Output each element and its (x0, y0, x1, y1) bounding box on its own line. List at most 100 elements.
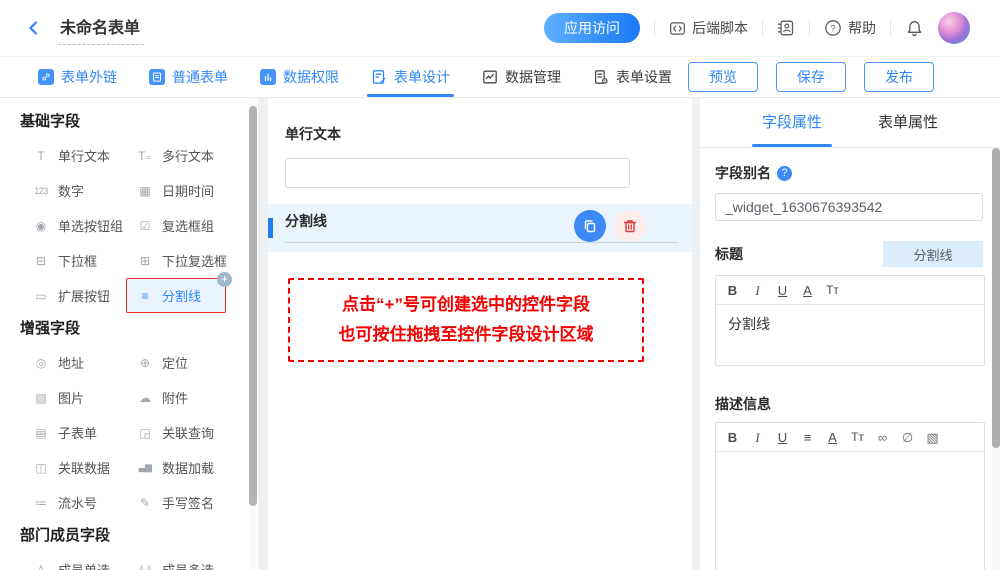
tab-data-permission[interactable]: 数据权限 (244, 57, 355, 97)
sidebar-item-attachment[interactable]: ☁ 附件 (126, 380, 197, 415)
sidebar-item-member-multi[interactable]: ♙♙ 成员多选 (126, 552, 223, 570)
data-permission-icon (260, 69, 276, 85)
form-title[interactable]: 未命名表单 (58, 12, 144, 45)
sidebar-item-label: 成员多选 (162, 560, 214, 570)
sidebar-item-data-load[interactable]: ▃▆数据加载 (126, 450, 223, 485)
form-settings-icon (593, 69, 609, 85)
properties-scrollbar[interactable] (992, 148, 1000, 570)
back-button[interactable] (14, 8, 54, 48)
contacts-button[interactable] (777, 19, 795, 37)
backend-script-button[interactable]: 后端脚本 (669, 18, 748, 38)
sidebar-item-linked-data[interactable]: ◫关联数据 (22, 450, 119, 485)
preview-button[interactable]: 预览 (688, 62, 758, 92)
app-access-button[interactable]: 应用访问 (544, 13, 640, 43)
divider-widget-selected[interactable]: 分割线 (268, 204, 692, 252)
tab-form-external-link[interactable]: 表单外链 (22, 57, 133, 97)
bold-icon[interactable]: B (720, 277, 745, 304)
sidebar-item-label: 复选框组 (162, 216, 214, 235)
sidebar-item-address[interactable]: ◎ 地址 (22, 345, 93, 380)
sidebar-item-location[interactable]: ⊕定位 (126, 345, 197, 380)
copy-widget-button[interactable] (574, 210, 606, 242)
sidebar-item-number[interactable]: 123数字 (22, 173, 93, 208)
topbar: 未命名表单 应用访问 后端脚本 ? 帮助 (0, 0, 1000, 57)
description-editor-content[interactable] (716, 452, 984, 570)
tab-form-properties[interactable]: 表单属性 (878, 98, 938, 147)
attachment-icon: ☁ (135, 391, 155, 405)
sidebar-item-signature[interactable]: ✎手写签名 (126, 485, 223, 520)
sidebar-item-datetime[interactable]: ▦日期时间 (126, 173, 223, 208)
tab-label: 表单设置 (616, 67, 672, 87)
tab-field-properties[interactable]: 字段属性 (762, 98, 822, 147)
help-button[interactable]: ? 帮助 (824, 18, 876, 38)
sidebar-item-label: 流水号 (58, 493, 97, 512)
code-icon (669, 20, 686, 37)
linked-data-icon: ◫ (31, 461, 51, 475)
align-icon[interactable]: ≡ (795, 424, 820, 451)
font-size-icon[interactable]: Tт (845, 424, 870, 451)
tab-data-management[interactable]: 数据管理 (466, 57, 577, 97)
sidebar-item-subform[interactable]: ▤子表单 (22, 415, 106, 450)
add-field-button[interactable]: + (217, 272, 232, 287)
sidebar-item-image[interactable]: ▧图片 (22, 380, 93, 415)
bold-icon[interactable]: B (720, 424, 745, 451)
trash-icon (622, 218, 638, 234)
member-single-icon: ♙ (31, 563, 51, 570)
title-editor-content[interactable]: 分割线 (716, 305, 984, 365)
notifications-button[interactable] (905, 19, 924, 38)
copy-icon (582, 218, 598, 234)
sidebar-item-single-line-text[interactable]: T单行文本 (22, 138, 119, 173)
tab-normal-form[interactable]: 普通表单 (133, 57, 244, 97)
sidebar-item-checkbox-group[interactable]: ☑复选框组 (126, 208, 223, 243)
single-line-text-icon: T (31, 149, 51, 163)
question-icon[interactable]: ? (777, 166, 792, 181)
expand-button-icon: ▭ (31, 289, 51, 303)
save-button[interactable]: 保存 (776, 62, 846, 92)
field-type-badge[interactable]: 分割线 (883, 241, 983, 267)
font-color-icon[interactable]: A (820, 424, 845, 451)
address-icon: ◎ (31, 356, 51, 370)
link-icon[interactable]: ∞ (870, 424, 895, 451)
member-multi-icon: ♙♙ (135, 564, 155, 570)
title-editor: BIUATт 分割线 (715, 275, 985, 366)
publish-button[interactable]: 发布 (864, 62, 934, 92)
delete-widget-button[interactable] (614, 210, 646, 242)
sidebar-item-label: 单选按钮组 (58, 216, 123, 235)
sidebar-item-label: 扩展按钮 (58, 286, 110, 305)
sidebar-item-label: 下拉复选框 (162, 251, 227, 270)
text-field-input[interactable] (285, 158, 630, 188)
sidebar-item-linked-query[interactable]: ◲关联查询 (126, 415, 223, 450)
font-color-icon[interactable]: A (795, 277, 820, 304)
italic-icon[interactable]: I (745, 277, 770, 304)
tab-form-settings[interactable]: 表单设置 (577, 57, 688, 97)
sidebar-scrollbar[interactable] (249, 98, 257, 570)
section-title: 增强字段 (20, 319, 258, 339)
field-alias-input[interactable] (715, 193, 983, 221)
sidebar-item-dropdown[interactable]: ⊟下拉框 (22, 243, 106, 278)
svg-text:?: ? (830, 23, 835, 34)
sidebar-item-label: 附件 (162, 388, 188, 407)
sidebar-item-divider[interactable]: ≡分割线+ (126, 278, 226, 313)
sidebar-item-label: 下拉框 (58, 251, 97, 270)
underline-icon[interactable]: U (770, 424, 795, 451)
sidebar-item-label: 关联查询 (162, 423, 214, 442)
font-size-icon[interactable]: Tт (820, 277, 845, 304)
sidebar-item-member-single[interactable]: ♙成员单选 (22, 552, 119, 570)
image-icon[interactable]: ▧ (920, 424, 945, 451)
tab-label: 表单设计 (394, 67, 450, 87)
user-avatar[interactable] (938, 12, 970, 44)
serial-number-icon: ≔ (31, 496, 51, 510)
sidebar-item-radio-group[interactable]: ◉单选按钮组 (22, 208, 132, 243)
sidebar-item-expand-button[interactable]: ▭ 扩展按钮 (22, 278, 119, 313)
section-title: 基础字段 (20, 112, 258, 132)
tab-form-design[interactable]: 表单设计 (355, 57, 466, 97)
underline-icon[interactable]: U (770, 277, 795, 304)
divider (809, 20, 810, 36)
sidebar-item-serial-number[interactable]: ≔ 流水号 (22, 485, 106, 520)
italic-icon[interactable]: I (745, 424, 770, 451)
sidebar-item-multi-line-text[interactable]: T₌多行文本 (126, 138, 223, 173)
sidebar-item-label: 地址 (58, 353, 84, 372)
tabbar: 表单外链普通表单数据权限 表单设计数据管理 表单设置 预览保存发布 (0, 57, 1000, 98)
location-icon: ⊕ (135, 356, 155, 370)
image-icon: ▧ (31, 391, 51, 405)
unlink-icon[interactable]: ∅ (895, 424, 920, 451)
